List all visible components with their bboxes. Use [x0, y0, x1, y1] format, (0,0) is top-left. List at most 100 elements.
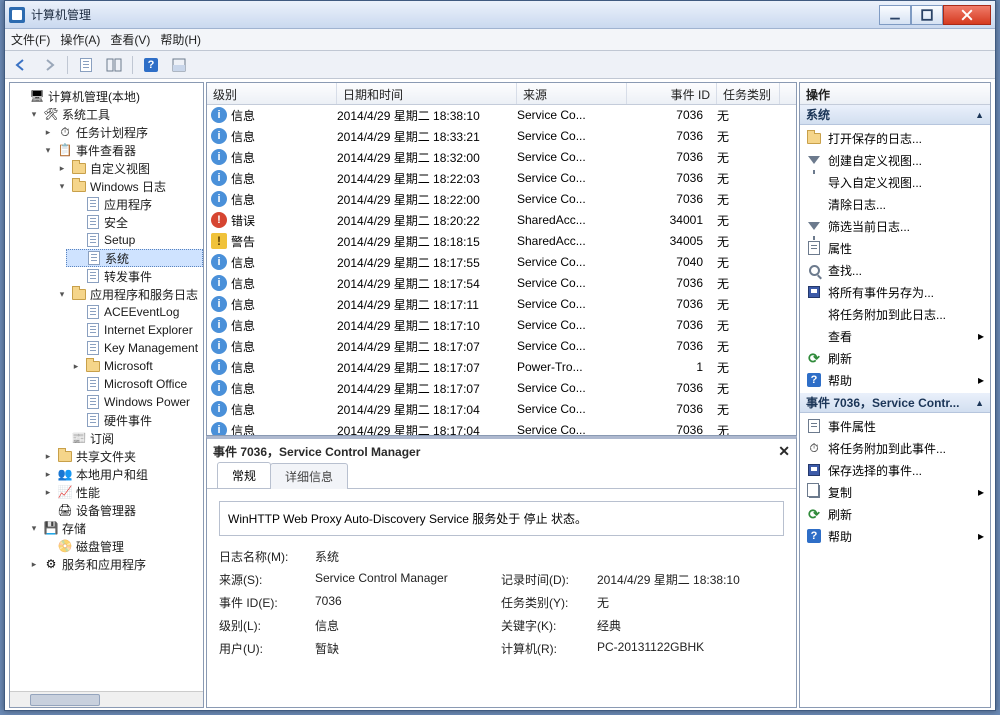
action-open-saved[interactable]: 打开保存的日志... — [800, 127, 990, 149]
close-button[interactable] — [943, 5, 991, 25]
event-row[interactable]: i信息2014/4/29 星期二 18:17:07Service Co...70… — [207, 336, 796, 357]
event-row[interactable]: i信息2014/4/29 星期二 18:33:21Service Co...70… — [207, 126, 796, 147]
info-icon: i — [211, 338, 227, 354]
action-clear-log[interactable]: 清除日志... — [800, 193, 990, 215]
forward-button[interactable] — [37, 54, 61, 76]
event-row[interactable]: !错误2014/4/29 星期二 18:20:22SharedAcc...340… — [207, 210, 796, 231]
show-hide-actions-button[interactable] — [102, 54, 126, 76]
menu-file[interactable]: 文件(F) — [11, 31, 50, 48]
help-icon: ? — [144, 58, 158, 72]
actions-header: 操作 — [800, 83, 990, 105]
help-button[interactable]: ? — [139, 54, 163, 76]
event-row[interactable]: i信息2014/4/29 星期二 18:17:04Service Co...70… — [207, 420, 796, 435]
action-save-all[interactable]: 将所有事件另存为... — [800, 281, 990, 303]
action-help-submenu-2[interactable]: ?帮助▸ — [800, 525, 990, 547]
navigation-tree[interactable]: 🖥计算机管理(本地) ▾🛠系统工具 ▸⏱任务计划程序 ▾📋事件查看器 ▸自定义视… — [10, 83, 203, 691]
action-attach-task-event[interactable]: ⏱将任务附加到此事件... — [800, 437, 990, 459]
tab-details[interactable]: 详细信息 — [270, 463, 348, 489]
event-row[interactable]: i信息2014/4/29 星期二 18:17:04Service Co...70… — [207, 399, 796, 420]
filter-icon — [808, 222, 820, 230]
chevron-right-icon: ▸ — [978, 485, 984, 499]
action-filter-log[interactable]: 筛选当前日志... — [800, 215, 990, 237]
detail-close-icon[interactable]: ✕ — [778, 443, 790, 460]
event-row[interactable]: !警告2014/4/29 星期二 18:18:15SharedAcc...340… — [207, 231, 796, 252]
action-attach-task-log[interactable]: 将任务附加到此日志... — [800, 303, 990, 325]
save-icon — [808, 286, 820, 298]
action-copy-submenu[interactable]: 复制▸ — [800, 481, 990, 503]
chevron-right-icon: ▸ — [978, 373, 984, 387]
info-icon: i — [211, 170, 227, 186]
disk-icon: 📀 — [57, 538, 73, 554]
info-icon: i — [211, 128, 227, 144]
action-event-properties[interactable]: 事件属性 — [800, 415, 990, 437]
log-icon — [87, 269, 99, 283]
collapse-icon[interactable]: ▲ — [975, 398, 984, 408]
action-properties[interactable]: 属性 — [800, 237, 990, 259]
action-import-view[interactable]: 导入自定义视图... — [800, 171, 990, 193]
action-refresh-2[interactable]: ⟳刷新 — [800, 503, 990, 525]
action-view-submenu[interactable]: 查看▸ — [800, 325, 990, 347]
save-icon — [808, 464, 820, 476]
help-icon: ? — [807, 373, 821, 387]
menu-help[interactable]: 帮助(H) — [160, 31, 201, 48]
action-find[interactable]: 查找... — [800, 259, 990, 281]
menu-view[interactable]: 查看(V) — [110, 31, 150, 48]
eventviewer-icon: 📋 — [57, 142, 73, 158]
info-icon: i — [211, 254, 227, 270]
event-list-panel: 级别 日期和时间 来源 事件 ID 任务类别 i信息2014/4/29 星期二 … — [206, 82, 797, 436]
back-button[interactable] — [9, 54, 33, 76]
storage-icon: 💾 — [43, 520, 59, 536]
action-save-selected[interactable]: 保存选择的事件... — [800, 459, 990, 481]
event-row[interactable]: i信息2014/4/29 星期二 18:17:55Service Co...70… — [207, 252, 796, 273]
minimize-button[interactable] — [879, 5, 911, 25]
log-icon — [87, 305, 99, 319]
event-list[interactable]: i信息2014/4/29 星期二 18:38:10Service Co...70… — [207, 105, 796, 435]
action-create-view[interactable]: 创建自定义视图... — [800, 149, 990, 171]
preview-button[interactable] — [167, 54, 191, 76]
event-row[interactable]: i信息2014/4/29 星期二 18:17:54Service Co...70… — [207, 273, 796, 294]
app-icon — [9, 7, 25, 23]
col-eventid[interactable]: 事件 ID — [627, 83, 717, 104]
col-level[interactable]: 级别 — [207, 83, 337, 104]
doc-icon — [80, 58, 92, 72]
maximize-button[interactable] — [911, 5, 943, 25]
scheduler-icon: ⏱ — [57, 124, 73, 140]
log-icon — [87, 233, 99, 247]
perf-icon: 📈 — [57, 484, 73, 500]
event-detail-panel: 事件 7036，Service Control Manager ✕ 常规 详细信… — [206, 436, 797, 708]
log-icon — [87, 413, 99, 427]
properties-icon — [808, 419, 820, 433]
event-row[interactable]: i信息2014/4/29 星期二 18:22:00Service Co...70… — [207, 189, 796, 210]
col-datetime[interactable]: 日期和时间 — [337, 83, 517, 104]
event-list-header[interactable]: 级别 日期和时间 来源 事件 ID 任务类别 — [207, 83, 796, 105]
navigation-tree-panel: 🖥计算机管理(本地) ▾🛠系统工具 ▸⏱任务计划程序 ▾📋事件查看器 ▸自定义视… — [9, 82, 204, 708]
event-row[interactable]: i信息2014/4/29 星期二 18:22:03Service Co...70… — [207, 168, 796, 189]
collapse-icon[interactable]: ▲ — [975, 110, 984, 120]
col-taskcat[interactable]: 任务类别 — [717, 83, 780, 104]
window-title: 计算机管理 — [31, 6, 879, 23]
info-icon: i — [211, 275, 227, 291]
action-refresh[interactable]: ⟳刷新 — [800, 347, 990, 369]
event-row[interactable]: i信息2014/4/29 星期二 18:38:10Service Co...70… — [207, 105, 796, 126]
col-source[interactable]: 来源 — [517, 83, 627, 104]
menubar: 文件(F) 操作(A) 查看(V) 帮助(H) — [5, 29, 995, 51]
event-row[interactable]: i信息2014/4/29 星期二 18:17:10Service Co...70… — [207, 315, 796, 336]
info-icon: i — [211, 422, 227, 435]
actions-section-system: 系统▲ — [800, 105, 990, 125]
event-row[interactable]: i信息2014/4/29 星期二 18:17:11Service Co...70… — [207, 294, 796, 315]
tree-hscrollbar[interactable] — [10, 691, 203, 707]
error-icon: ! — [211, 212, 227, 228]
folder-icon — [72, 163, 86, 174]
info-icon: i — [211, 401, 227, 417]
show-hide-tree-button[interactable] — [74, 54, 98, 76]
event-row[interactable]: i信息2014/4/29 星期二 18:17:07Service Co...70… — [207, 378, 796, 399]
info-icon: i — [211, 359, 227, 375]
action-help-submenu[interactable]: ?帮助▸ — [800, 369, 990, 391]
event-row[interactable]: i信息2014/4/29 星期二 18:32:00Service Co...70… — [207, 147, 796, 168]
tab-general[interactable]: 常规 — [217, 462, 271, 488]
preview-icon — [171, 57, 187, 73]
menu-action[interactable]: 操作(A) — [60, 31, 100, 48]
titlebar[interactable]: 计算机管理 — [5, 1, 995, 29]
event-row[interactable]: i信息2014/4/29 星期二 18:17:07Power-Tro...1无 — [207, 357, 796, 378]
tree-selected-system[interactable]: 系统 — [66, 249, 203, 267]
